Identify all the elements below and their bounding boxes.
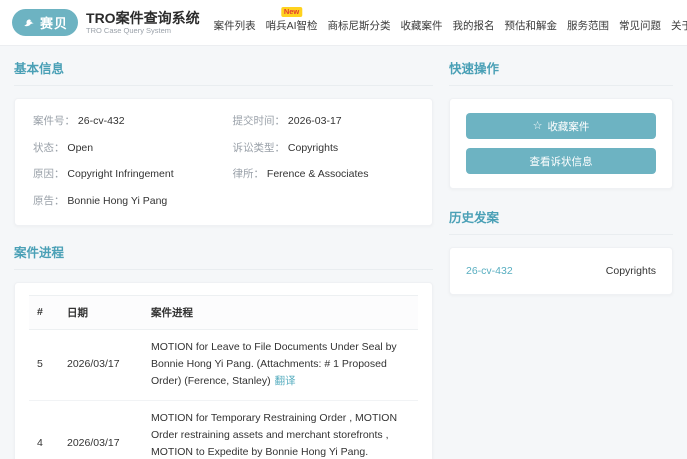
info-field: 诉讼类型： Copyrights	[233, 142, 415, 156]
field-value: Open	[67, 142, 93, 154]
info-field: 律所： Ference & Associates	[233, 168, 415, 182]
brand-logo[interactable]: 赛贝	[12, 9, 78, 36]
info-field: 提交时间： 2026-03-17	[233, 115, 415, 129]
info-field: 案件号： 26-cv-432	[33, 115, 215, 129]
bird-icon	[22, 16, 36, 30]
progress-table: # 日期 案件进程 5 2026/03/17 MOTION for Leave …	[29, 295, 418, 459]
nav-item[interactable]: New 哨兵AI智检	[266, 12, 318, 33]
progress-header-row: # 日期 案件进程	[29, 295, 418, 329]
nav-item-label: 预估和解金	[505, 20, 558, 32]
progress-row: 4 2026/03/17 MOTION for Temporary Restra…	[29, 400, 418, 459]
field-label: 原因：	[33, 168, 65, 180]
field-label: 案件号：	[33, 115, 75, 127]
nav-item[interactable]: 服务范围	[567, 12, 609, 33]
row-date: 2026/03/17	[59, 400, 143, 459]
field-label: 律所：	[233, 168, 265, 180]
progress-card: # 日期 案件进程 5 2026/03/17 MOTION for Leave …	[14, 282, 433, 459]
nav-item[interactable]: 收藏案件	[401, 12, 443, 33]
col-header-desc: 案件进程	[143, 295, 418, 329]
app-title: TRO案件查询系统	[86, 10, 200, 26]
field-value: Copyright Infringement	[67, 168, 173, 180]
brand-title-block: TRO案件查询系统 TRO Case Query System	[86, 10, 200, 35]
basic-info-card: 案件号： 26-cv-432 状态： Open 原因： Copyright In…	[14, 98, 433, 226]
basic-info-left-col: 案件号： 26-cv-432 状态： Open 原因： Copyright In…	[33, 115, 215, 209]
field-label: 原告：	[33, 195, 65, 207]
basic-info-title: 基本信息	[14, 58, 433, 86]
field-value: 2026-03-17	[288, 115, 342, 127]
nav-item-label: 哨兵AI智检	[266, 20, 318, 32]
star-icon: ☆	[533, 121, 543, 132]
nav-item-label: 商标尼斯分类	[328, 20, 391, 32]
nav-item-label: 案件列表	[214, 20, 256, 32]
nav-item[interactable]: 我的报名	[453, 12, 495, 33]
row-date: 2026/03/17	[59, 329, 143, 400]
row-number: 5	[29, 329, 59, 400]
col-header-num: #	[29, 295, 59, 329]
favorite-case-button[interactable]: ☆ 收藏案件	[466, 113, 656, 139]
new-badge: New	[281, 7, 302, 17]
field-label: 状态：	[33, 142, 65, 154]
info-field: 原告： Bonnie Hong Yi Pang	[33, 195, 215, 209]
nav-item-label: 服务范围	[567, 20, 609, 32]
basic-info-right-col: 提交时间： 2026-03-17 诉讼类型： Copyrights 律所： Fe…	[233, 115, 415, 209]
info-field: 原因： Copyright Infringement	[33, 168, 215, 182]
row-description: MOTION for Leave to File Documents Under…	[143, 329, 418, 400]
history-card: 26-cv-432 Copyrights	[449, 247, 673, 295]
history-case-link[interactable]: 26-cv-432	[466, 265, 513, 277]
view-complaint-button-label: 查看诉状信息	[530, 154, 593, 169]
nav-item[interactable]: 商标尼斯分类	[328, 12, 391, 33]
nav-item-label: 关于我们	[671, 20, 687, 32]
history-case-type: Copyrights	[606, 265, 656, 277]
row-description-text: MOTION for Temporary Restraining Order ,…	[151, 412, 397, 459]
nav-item-label: 常见问题	[619, 20, 661, 32]
row-description-text: MOTION for Leave to File Documents Under…	[151, 341, 397, 388]
main-content: 基本信息 案件号： 26-cv-432 状态： Open 原因：	[0, 46, 687, 459]
field-value: Bonnie Hong Yi Pang	[67, 195, 167, 207]
quick-actions-card: ☆ 收藏案件 查看诉状信息	[449, 98, 673, 189]
nav-item[interactable]: 案件列表	[214, 12, 256, 33]
field-value: Copyrights	[288, 142, 338, 154]
main-nav: 案件列表 New 哨兵AI智检 商标尼斯分类 收藏案件 我的报名	[214, 12, 687, 33]
field-label: 诉讼类型：	[233, 142, 286, 154]
field-value: Ference & Associates	[267, 168, 369, 180]
history-row: 26-cv-432 Copyrights	[466, 265, 656, 277]
progress-title: 案件进程	[14, 242, 433, 270]
col-header-date: 日期	[59, 295, 143, 329]
nav-item-label: 收藏案件	[401, 20, 443, 32]
progress-row: 5 2026/03/17 MOTION for Leave to File Do…	[29, 329, 418, 400]
nav-item[interactable]: 常见问题	[619, 12, 661, 33]
right-column: 快速操作 ☆ 收藏案件 查看诉状信息 历史发案 26-cv-432 Copyri…	[449, 58, 673, 459]
favorite-case-button-label: 收藏案件	[547, 119, 589, 134]
view-complaint-button[interactable]: 查看诉状信息	[466, 148, 656, 174]
top-header: 赛贝 TRO案件查询系统 TRO Case Query System 案件列表 …	[0, 0, 687, 46]
nav-item-label: 我的报名	[453, 20, 495, 32]
nav-item[interactable]: 预估和解金	[505, 12, 558, 33]
field-value: 26-cv-432	[78, 115, 125, 127]
history-title: 历史发案	[449, 207, 673, 235]
logo-text: 赛贝	[40, 13, 68, 32]
app-subtitle: TRO Case Query System	[86, 26, 200, 35]
left-column: 基本信息 案件号： 26-cv-432 状态： Open 原因：	[14, 58, 433, 459]
row-description: MOTION for Temporary Restraining Order ,…	[143, 400, 418, 459]
field-label: 提交时间：	[233, 115, 286, 127]
translate-link[interactable]: 翻译	[275, 375, 296, 387]
nav-item[interactable]: 关于我们	[671, 12, 687, 33]
info-field: 状态： Open	[33, 142, 215, 156]
row-number: 4	[29, 400, 59, 459]
quick-actions-title: 快速操作	[449, 58, 673, 86]
